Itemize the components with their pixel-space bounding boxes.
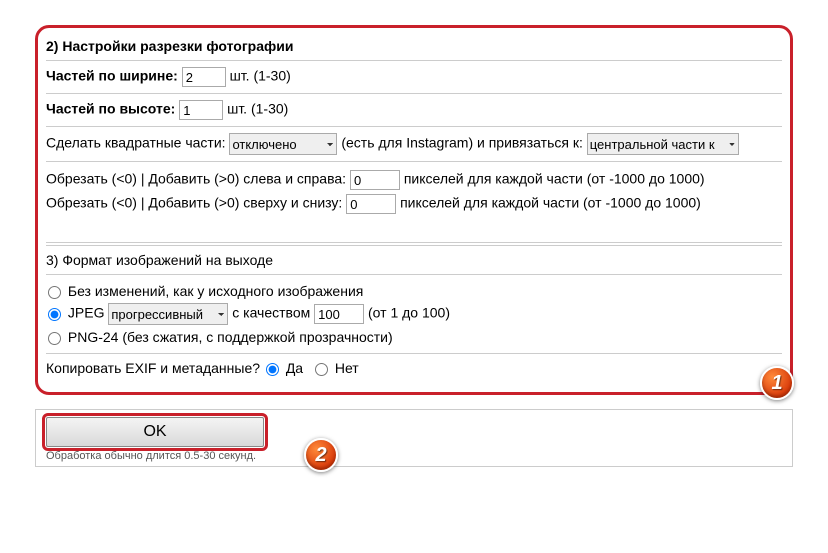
row-square: Сделать квадратные части: отключено (ест… xyxy=(46,126,782,161)
opt-same-label: Без изменений, как у исходного изображен… xyxy=(68,283,363,299)
anchor-select[interactable]: центральной части к xyxy=(587,133,739,155)
radio-exif-yes[interactable] xyxy=(266,363,279,376)
jpeg-q-input[interactable] xyxy=(314,304,364,324)
opt-png-label: PNG-24 (без сжатия, с поддержкой прозрач… xyxy=(68,329,393,345)
row-height: Частей по высоте: шт. (1-30) xyxy=(46,93,782,126)
height-input[interactable] xyxy=(179,100,223,120)
exif-no-label: Нет xyxy=(335,360,359,376)
radio-jpeg[interactable] xyxy=(48,308,61,321)
jpeg-q-label: с качеством xyxy=(232,305,310,321)
crop-lr-label: Обрезать (<0) | Добавить (>0) слева и сп… xyxy=(46,171,346,187)
square-select[interactable]: отключено xyxy=(229,133,337,155)
crop-tb-input[interactable] xyxy=(346,194,396,214)
height-hint: шт. (1-30) xyxy=(227,101,288,117)
crop-lr-hint: пикселей для каждой части (от -1000 до 1… xyxy=(404,171,705,187)
row-width: Частей по ширине: шт. (1-30) xyxy=(46,60,782,93)
jpeg-mode-select[interactable]: прогрессивный xyxy=(108,303,228,325)
exif-label: Копировать EXIF и метаданные? xyxy=(46,360,260,376)
radio-exif-no[interactable] xyxy=(315,363,328,376)
crop-lr-input[interactable] xyxy=(350,170,400,190)
ok-button[interactable]: OK xyxy=(46,417,264,447)
jpeg-q-hint: (от 1 до 100) xyxy=(368,305,450,321)
row-format: Без изменений, как у исходного изображен… xyxy=(46,274,782,353)
width-input[interactable] xyxy=(182,67,226,87)
processing-hint: Обработка обычно длится 0.5-30 секунд. xyxy=(46,450,782,462)
square-hint1: (есть для Instagram) и привязаться к: xyxy=(341,135,583,151)
width-label: Частей по ширине: xyxy=(46,68,178,84)
callout-2-icon: 2 xyxy=(304,438,338,472)
radio-png[interactable] xyxy=(48,332,61,345)
exif-yes-label: Да xyxy=(286,360,303,376)
opt-jpeg-label: JPEG xyxy=(68,305,105,321)
width-hint: шт. (1-30) xyxy=(230,68,291,84)
crop-tb-hint: пикселей для каждой части (от -1000 до 1… xyxy=(400,195,701,211)
section2-title: 2) Настройки разрезки фотографии xyxy=(46,32,782,60)
radio-same[interactable] xyxy=(48,286,61,299)
row-exif: Копировать EXIF и метаданные? Да Нет xyxy=(46,353,782,382)
section3-title: 3) Формат изображений на выходе xyxy=(46,248,782,274)
square-label: Сделать квадратные части: xyxy=(46,135,226,151)
submit-box: OK Обработка обычно длится 0.5-30 секунд… xyxy=(35,409,793,467)
height-label: Частей по высоте: xyxy=(46,101,175,117)
crop-tb-label: Обрезать (<0) | Добавить (>0) сверху и с… xyxy=(46,195,342,211)
settings-panel: 2) Настройки разрезки фотографии Частей … xyxy=(35,25,793,395)
row-crop: Обрезать (<0) | Добавить (>0) слева и сп… xyxy=(46,161,782,222)
divider xyxy=(46,242,782,246)
callout-1-icon: 1 xyxy=(760,366,794,400)
